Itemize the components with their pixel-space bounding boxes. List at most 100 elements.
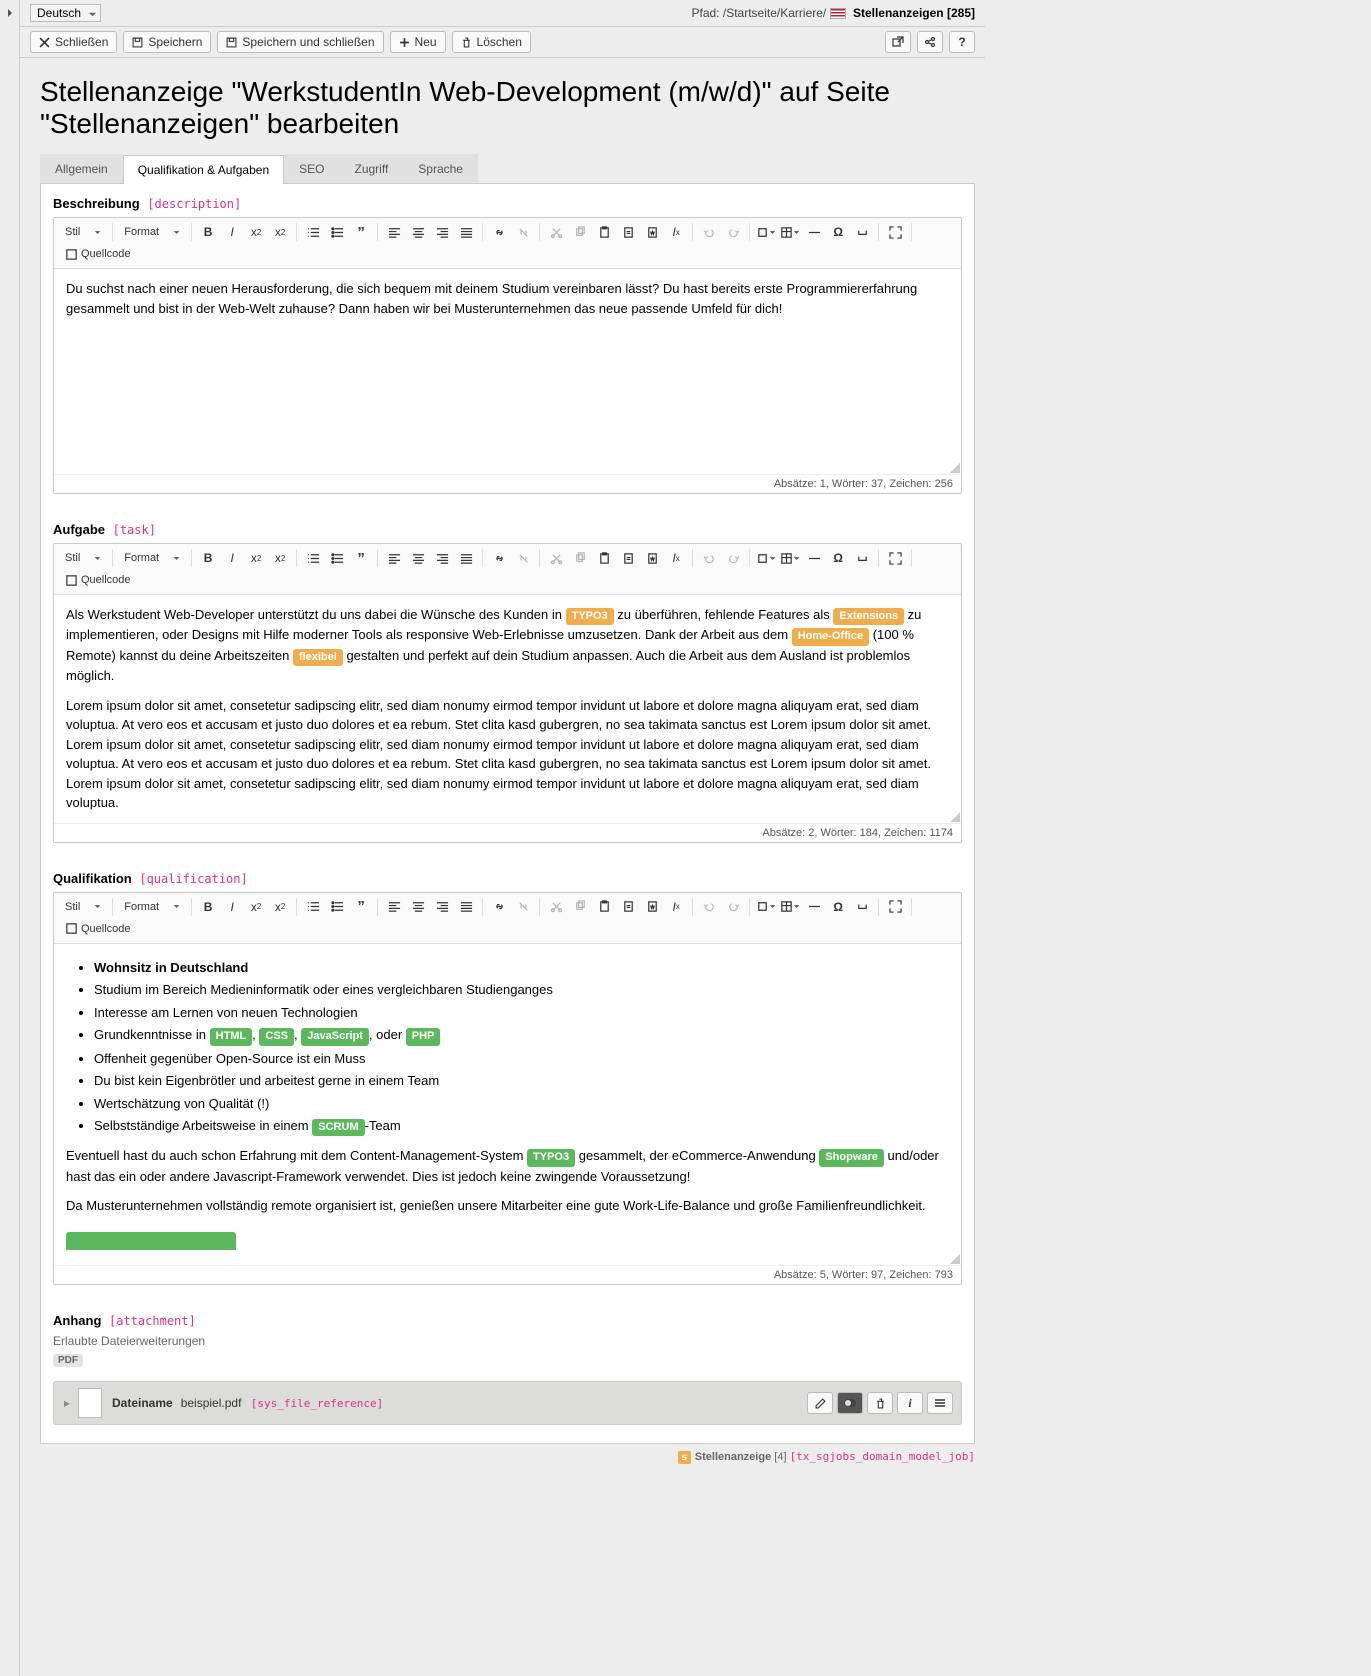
superscript-icon[interactable]: x2 <box>268 221 292 243</box>
tab-zugriff[interactable]: Zugriff <box>339 154 403 183</box>
special-char-icon[interactable]: Ω <box>826 896 850 918</box>
tab-seo[interactable]: SEO <box>284 154 339 183</box>
align-right-icon[interactable] <box>430 221 454 243</box>
table-icon[interactable] <box>778 547 802 569</box>
style-drop-icon[interactable] <box>754 896 778 918</box>
nbsp-icon[interactable] <box>850 896 874 918</box>
unlink-icon <box>511 547 535 569</box>
ul-icon[interactable] <box>325 547 349 569</box>
remove-format-icon[interactable]: Ix <box>664 896 688 918</box>
nbsp-icon[interactable] <box>850 547 874 569</box>
rte-body-task[interactable]: Als Werkstudent Web-Developer unterstütz… <box>54 595 961 823</box>
ul-icon[interactable] <box>325 896 349 918</box>
maximize-icon[interactable] <box>883 896 907 918</box>
sidebar-expand[interactable] <box>0 0 20 1676</box>
align-left-icon[interactable] <box>382 896 406 918</box>
ol-icon[interactable] <box>301 896 325 918</box>
ul-icon[interactable] <box>325 221 349 243</box>
remove-format-icon[interactable]: Ix <box>664 547 688 569</box>
rte-body-description[interactable]: Du suchst nach einer neuen Herausforderu… <box>54 269 961 474</box>
hr-icon[interactable] <box>802 221 826 243</box>
ol-icon[interactable] <box>301 221 325 243</box>
source-button[interactable]: Quellcode <box>58 918 138 940</box>
align-center-icon[interactable] <box>406 896 430 918</box>
special-char-icon[interactable]: Ω <box>826 221 850 243</box>
paste-text-icon[interactable] <box>616 896 640 918</box>
superscript-icon[interactable]: x2 <box>268 896 292 918</box>
rte-format-drop[interactable]: Format <box>117 548 187 568</box>
remove-format-icon[interactable]: Ix <box>664 221 688 243</box>
align-right-icon[interactable] <box>430 896 454 918</box>
subscript-icon[interactable]: x2 <box>244 896 268 918</box>
paste-word-icon[interactable] <box>640 896 664 918</box>
file-delete-button[interactable] <box>867 1392 893 1414</box>
file-menu-button[interactable] <box>927 1392 953 1414</box>
open-external-button[interactable] <box>885 31 911 53</box>
hr-icon[interactable] <box>802 547 826 569</box>
style-drop-icon[interactable] <box>754 547 778 569</box>
subscript-icon[interactable]: x2 <box>244 547 268 569</box>
help-button[interactable]: ? <box>949 31 975 53</box>
paste-icon[interactable] <box>592 221 616 243</box>
tab-qualifikation[interactable]: Qualifikation & Aufgaben <box>123 155 284 184</box>
quote-icon[interactable]: ” <box>349 896 373 918</box>
delete-button[interactable]: Löschen <box>452 31 531 53</box>
nbsp-icon[interactable] <box>850 221 874 243</box>
align-justify-icon[interactable] <box>454 896 478 918</box>
align-center-icon[interactable] <box>406 221 430 243</box>
bold-icon[interactable]: B <box>196 221 220 243</box>
link-icon[interactable] <box>487 896 511 918</box>
quote-icon[interactable]: ” <box>349 547 373 569</box>
align-right-icon[interactable] <box>430 547 454 569</box>
align-justify-icon[interactable] <box>454 221 478 243</box>
save-button[interactable]: Speichern <box>123 31 211 53</box>
italic-icon[interactable]: I <box>220 896 244 918</box>
style-drop-icon[interactable] <box>754 221 778 243</box>
align-left-icon[interactable] <box>382 221 406 243</box>
rte-format-drop[interactable]: Format <box>117 897 187 917</box>
rte-body-qualification[interactable]: Wohnsitz in Deutschland Studium im Berei… <box>54 944 961 1266</box>
bold-icon[interactable]: B <box>196 547 220 569</box>
hr-icon[interactable] <box>802 896 826 918</box>
maximize-icon[interactable] <box>883 547 907 569</box>
align-center-icon[interactable] <box>406 547 430 569</box>
paste-text-icon[interactable] <box>616 221 640 243</box>
table-icon[interactable] <box>778 221 802 243</box>
tab-sprache[interactable]: Sprache <box>403 154 478 183</box>
language-select[interactable]: Deutsch <box>30 4 101 22</box>
rte-style-drop[interactable]: Stil <box>58 897 108 917</box>
tab-allgemein[interactable]: Allgemein <box>40 154 123 183</box>
maximize-icon[interactable] <box>883 221 907 243</box>
file-collapse-handle[interactable]: ▸ <box>62 1396 72 1410</box>
new-button[interactable]: Neu <box>390 31 446 53</box>
italic-icon[interactable]: I <box>220 547 244 569</box>
paste-icon[interactable] <box>592 896 616 918</box>
file-edit-button[interactable] <box>807 1392 833 1414</box>
share-button[interactable] <box>917 31 943 53</box>
rte-format-drop[interactable]: Format <box>117 222 187 242</box>
paste-icon[interactable] <box>592 547 616 569</box>
special-char-icon[interactable]: Ω <box>826 547 850 569</box>
rte-style-drop[interactable]: Stil <box>58 548 108 568</box>
align-left-icon[interactable] <box>382 547 406 569</box>
bold-icon[interactable]: B <box>196 896 220 918</box>
italic-icon[interactable]: I <box>220 221 244 243</box>
source-button[interactable]: Quellcode <box>58 569 138 591</box>
file-toggle-button[interactable] <box>837 1392 863 1414</box>
ol-icon[interactable] <box>301 547 325 569</box>
link-icon[interactable] <box>487 547 511 569</box>
save-close-button[interactable]: Speichern und schließen <box>217 31 383 53</box>
table-icon[interactable] <box>778 896 802 918</box>
paste-word-icon[interactable] <box>640 547 664 569</box>
rte-style-drop[interactable]: Stil <box>58 222 108 242</box>
close-button[interactable]: Schließen <box>30 31 117 53</box>
subscript-icon[interactable]: x2 <box>244 221 268 243</box>
source-button[interactable]: Quellcode <box>58 243 138 265</box>
paste-word-icon[interactable] <box>640 221 664 243</box>
quote-icon[interactable]: ” <box>349 221 373 243</box>
superscript-icon[interactable]: x2 <box>268 547 292 569</box>
paste-text-icon[interactable] <box>616 547 640 569</box>
file-info-button[interactable]: i <box>897 1392 923 1414</box>
link-icon[interactable] <box>487 221 511 243</box>
align-justify-icon[interactable] <box>454 547 478 569</box>
